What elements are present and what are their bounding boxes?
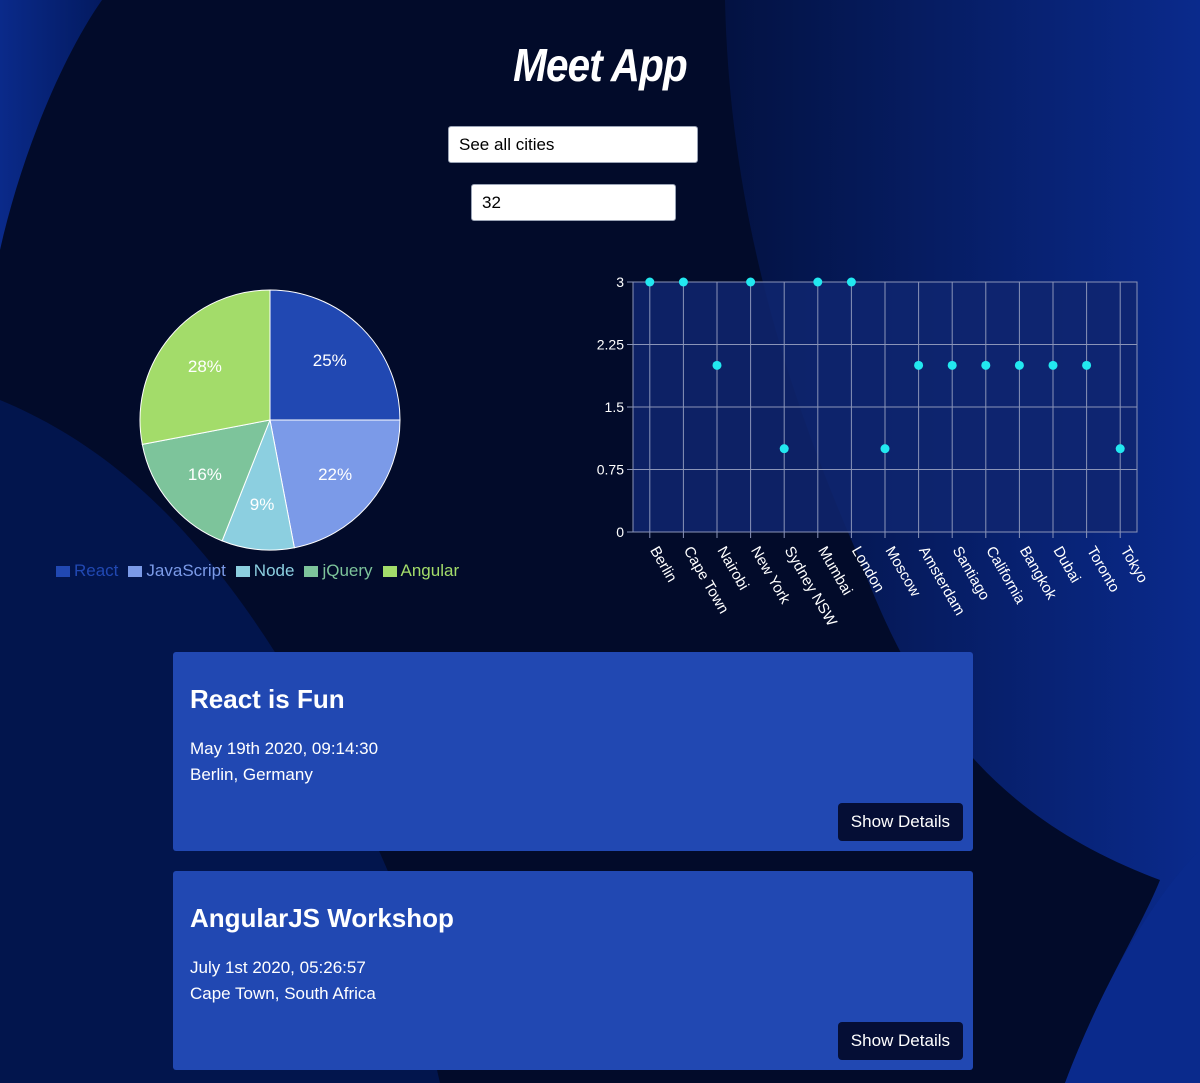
event-location: Berlin, Germany	[190, 765, 313, 784]
scatter-point	[813, 277, 823, 287]
scatter-point	[1014, 360, 1024, 370]
event-location: Cape Town, South Africa	[190, 984, 376, 1003]
scatter-point	[645, 277, 655, 287]
scatter-point	[846, 277, 856, 287]
legend-item-node[interactable]: Node	[235, 561, 295, 581]
show-details-button[interactable]: Show Details	[837, 1022, 963, 1060]
city-search-input[interactable]	[448, 126, 698, 163]
legend-swatch	[235, 565, 250, 577]
y-tick-label: 0.75	[597, 462, 624, 478]
y-tick-label: 1.5	[605, 399, 625, 415]
pie-slice-label: 25%	[313, 351, 347, 370]
scatter-chart: 00.751.52.253Berlin Cape TownNairobiNew Y…	[597, 274, 1151, 630]
event-date: July 1st 2020, 05:26:57	[190, 958, 366, 977]
pie-slice-label: 28%	[188, 357, 222, 376]
event-date: May 19th 2020, 09:14:30	[190, 739, 379, 758]
scatter-point	[678, 277, 688, 287]
y-tick-label: 0	[616, 524, 624, 540]
legend-swatch	[56, 565, 70, 577]
scatter-point	[914, 360, 924, 370]
legend-label: Angular	[400, 561, 460, 580]
legend-item-react[interactable]: React	[56, 561, 118, 581]
pie-chart: 25% 22% 9% 16% 28%	[139, 289, 401, 551]
scatter-point	[880, 444, 890, 454]
x-tick-label: Dubai	[1050, 544, 1084, 586]
y-tick-label: 2.25	[597, 337, 624, 353]
scatter-point	[1048, 360, 1058, 370]
legend-swatch	[128, 565, 143, 577]
y-tick-label: 3	[616, 274, 624, 290]
scatter-point	[1115, 444, 1125, 454]
scatter-point	[947, 360, 957, 370]
pie-slice-label: 9%	[250, 495, 275, 514]
scatter-point	[1082, 360, 1092, 370]
legend-label: Node	[253, 561, 295, 580]
app-title: Meet App	[513, 39, 688, 91]
event-card: React is Fun May 19th 2020, 09:14:30 Ber…	[173, 652, 973, 851]
event-count-input[interactable]	[471, 184, 676, 221]
legend-item-javascript[interactable]: JavaScript	[128, 561, 226, 581]
app-container: Meet App 25% 22% 9% 16% 28% React JavaScript N…	[0, 0, 1200, 1083]
legend-swatch	[304, 565, 319, 577]
event-title: React is Fun	[190, 684, 345, 714]
legend-label: jQuery	[322, 561, 373, 580]
legend-label: React	[74, 561, 119, 580]
show-details-button[interactable]: Show Details	[837, 803, 963, 841]
legend-label: JavaScript	[146, 561, 226, 580]
x-tick-label: Berlin	[646, 544, 680, 586]
pie-chart-legend: React JavaScript Node jQuery Angular	[56, 561, 459, 581]
legend-item-jquery[interactable]: jQuery	[304, 561, 373, 581]
legend-swatch	[382, 565, 397, 577]
event-card: AngularJS Workshop July 1st 2020, 05:26:…	[173, 871, 973, 1070]
pie-slice-label: 22%	[318, 465, 352, 484]
scatter-point	[712, 360, 722, 370]
event-title: AngularJS Workshop	[190, 903, 454, 933]
x-tick-label: Tokyo	[1117, 544, 1151, 586]
scatter-point	[981, 360, 991, 370]
scatter-point	[746, 277, 756, 287]
scatter-point	[779, 444, 789, 454]
pie-slice-label: 16%	[188, 465, 222, 484]
legend-item-angular[interactable]: Angular	[382, 561, 460, 581]
